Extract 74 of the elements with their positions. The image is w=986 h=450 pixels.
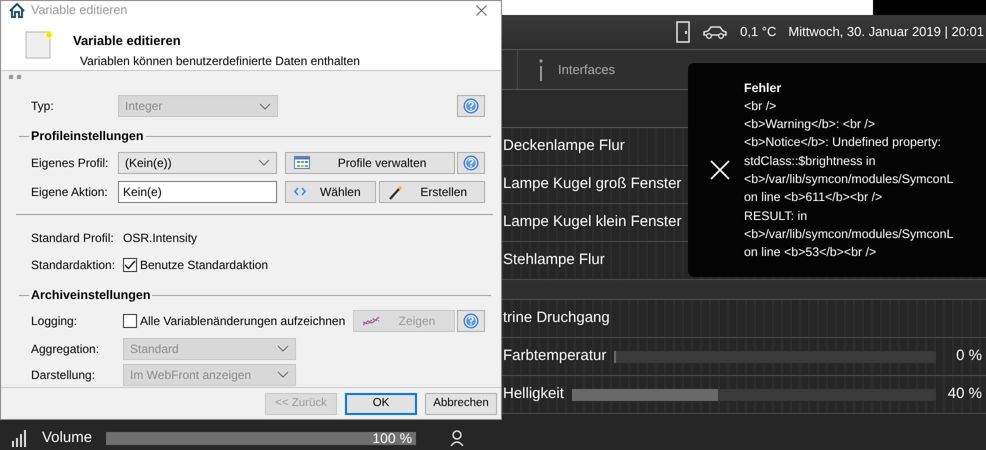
percent-value: 100 % bbox=[372, 432, 414, 444]
error-message-line: on line <b>611</b><br /> bbox=[744, 189, 884, 206]
date-time-text: Mittwoch, 30. Januar 2019 | 20:01 bbox=[788, 23, 984, 42]
house-icon bbox=[9, 2, 25, 18]
car-icon bbox=[702, 25, 728, 39]
help-icon bbox=[463, 154, 480, 171]
field-label: Eigenes Profil: bbox=[31, 154, 110, 172]
help-icon bbox=[463, 98, 479, 114]
field-value: OSR.Intensity bbox=[123, 230, 198, 247]
document-icon bbox=[25, 29, 55, 59]
error-message-line: stdClass::$brightness in bbox=[744, 152, 877, 170]
button[interactable]: Erstellen bbox=[378, 180, 485, 203]
row-label: Lampe Kugel klein Fenster bbox=[503, 212, 682, 232]
error-message-line: RESULT: in bbox=[744, 208, 808, 225]
section-title: Profileinstellungen bbox=[31, 128, 144, 145]
error-message-line: <b>/var/lib/symcon/modules/SymconL bbox=[744, 171, 954, 188]
slider-track[interactable] bbox=[614, 350, 936, 362]
row-label: Lampe Kugel groß Fenster bbox=[503, 174, 682, 194]
error-message-line: on line <b>53</b><br /> bbox=[744, 244, 878, 262]
checkbox[interactable] bbox=[123, 314, 137, 328]
temperature-text: 0,1 °C bbox=[740, 23, 776, 42]
help-button[interactable] bbox=[457, 95, 485, 117]
line-chart-icon bbox=[362, 314, 380, 326]
button[interactable]: OK bbox=[345, 392, 417, 414]
section-title: Archiveinstellungen bbox=[31, 286, 150, 304]
error-message-line: <br /> bbox=[744, 98, 778, 115]
dialog-heading: Variable editieren bbox=[73, 32, 182, 50]
help-button[interactable] bbox=[457, 310, 485, 332]
field-label: Standard Profil: bbox=[31, 230, 115, 247]
code-brackets-icon bbox=[294, 187, 306, 196]
error-message-line: <b>/var/lib/symcon/modules/SymconL bbox=[744, 226, 954, 243]
signal-bars-icon bbox=[12, 429, 28, 447]
field-label: Standardaktion: bbox=[31, 256, 116, 274]
person-icon bbox=[450, 430, 464, 446]
row-label: Helligkeit bbox=[503, 384, 564, 404]
text-input[interactable]: Kein(e) bbox=[118, 180, 278, 203]
slider-track[interactable]: 100 % bbox=[106, 432, 416, 444]
help-button[interactable] bbox=[457, 152, 485, 174]
button[interactable]: Abbrechen bbox=[425, 392, 497, 414]
field-label: Eigene Aktion: bbox=[31, 184, 109, 201]
row-label: Stehlampe Flur bbox=[503, 250, 605, 270]
percent-value: 40 % bbox=[946, 384, 982, 404]
dialog-subheading: Variablen können benutzerdefinierte Daten enthalten bbox=[80, 52, 360, 70]
field-label: Typ: bbox=[31, 98, 55, 115]
checkbox-label: Alle Variablenänderungen aufzeichnen bbox=[140, 312, 346, 330]
checkbox[interactable] bbox=[123, 258, 137, 272]
window-title: Variable editieren bbox=[31, 2, 128, 19]
row-label: trine Druchgang bbox=[503, 308, 610, 328]
row-label: Deckenlampe Flur bbox=[503, 136, 625, 156]
magic-wand-icon bbox=[388, 184, 404, 200]
help-icon bbox=[463, 312, 479, 328]
field-label: Darstellung: bbox=[31, 366, 96, 384]
caret-icon bbox=[277, 345, 289, 352]
slider-track[interactable] bbox=[572, 388, 936, 400]
error-message-line: <b>Warning</b>: <br /> bbox=[744, 116, 876, 134]
field-label: Logging: bbox=[31, 312, 78, 330]
resize-grip-icon bbox=[9, 75, 23, 80]
caret-icon bbox=[259, 102, 271, 110]
door-icon bbox=[676, 21, 690, 43]
grid-icon bbox=[294, 156, 310, 170]
button[interactable]: Wählen bbox=[285, 180, 376, 203]
nav-tab[interactable]: Interfaces bbox=[517, 50, 616, 89]
percent-value: 0 % bbox=[955, 346, 982, 366]
row-label: Farbtemperatur bbox=[503, 346, 606, 366]
error-message-line: <b>Notice</b>: Undefined property: bbox=[744, 134, 942, 152]
checkbox-label: Benutze Standardaktion bbox=[140, 256, 268, 274]
caret-icon bbox=[258, 159, 270, 166]
row-label: Volume bbox=[42, 428, 92, 448]
error-title: Fehler bbox=[744, 80, 782, 97]
caret-icon bbox=[277, 371, 289, 378]
dropdown[interactable]: (Kein(e)) bbox=[118, 152, 278, 174]
button[interactable]: Profile verwalten bbox=[285, 152, 456, 174]
field-label: Aggregation: bbox=[31, 340, 100, 358]
info-icon bbox=[538, 58, 544, 80]
